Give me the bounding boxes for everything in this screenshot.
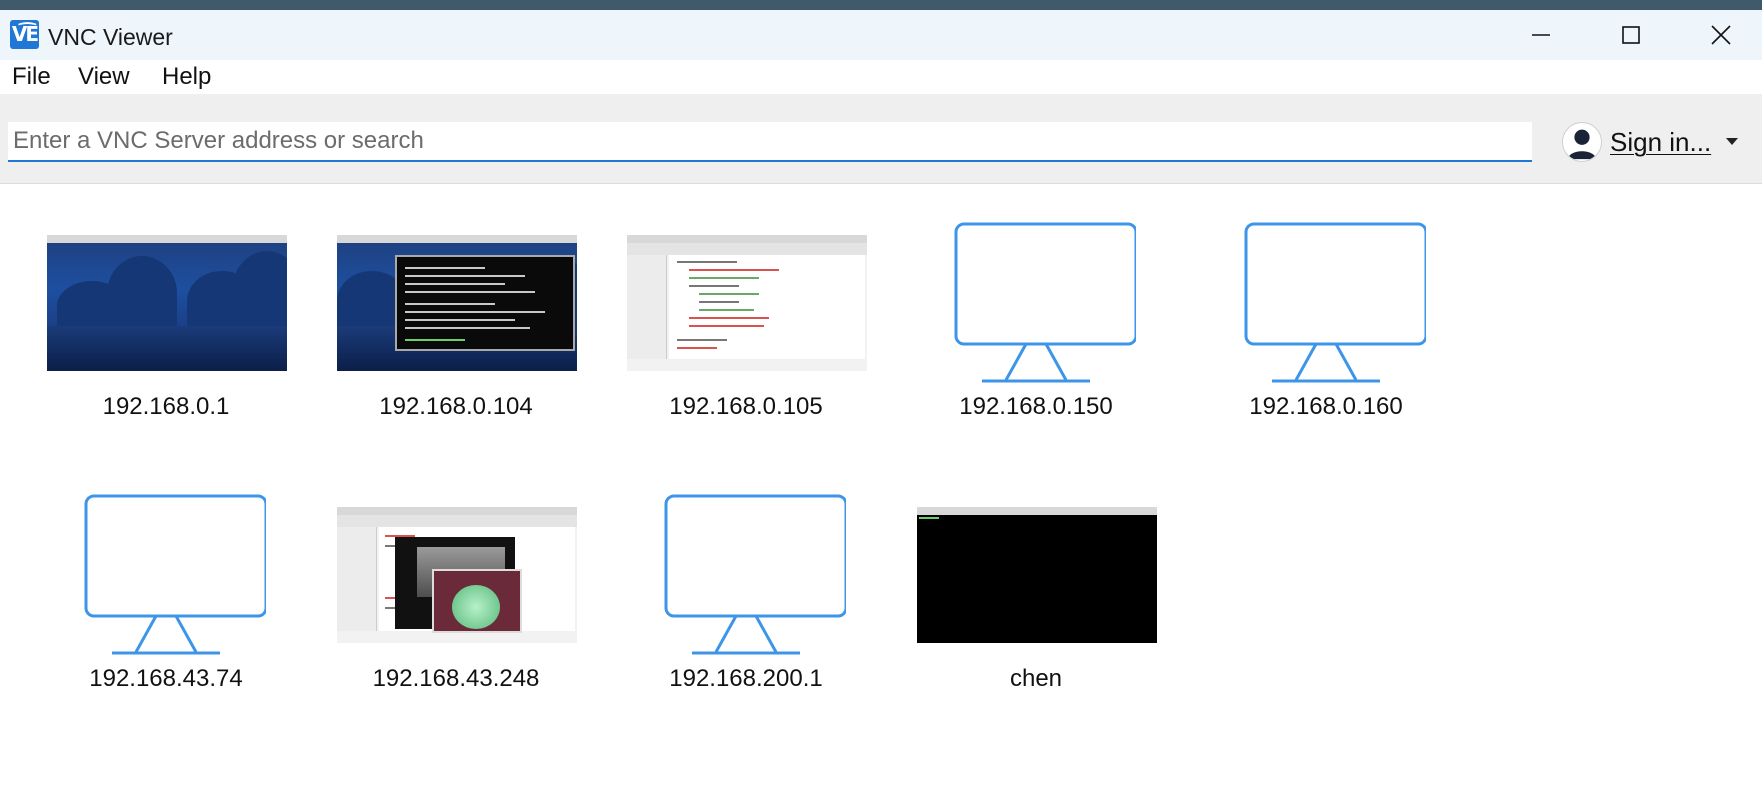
connection-tile[interactable]: 192.168.0.160 bbox=[1181, 185, 1471, 435]
connection-tile[interactable]: 192.168.200.1 bbox=[601, 457, 891, 707]
close-button[interactable] bbox=[1676, 10, 1762, 60]
search-input[interactable] bbox=[8, 122, 1532, 160]
connection-tile[interactable]: chen bbox=[891, 457, 1181, 707]
desktop-background-strip bbox=[0, 0, 1762, 10]
desktop-thumbnail bbox=[627, 235, 867, 371]
close-icon bbox=[1711, 25, 1731, 45]
minimize-button[interactable] bbox=[1496, 10, 1586, 60]
connection-tile[interactable]: 192.168.0.1 bbox=[21, 185, 311, 435]
connection-label: 192.168.0.104 bbox=[379, 393, 533, 420]
search-field bbox=[8, 122, 1532, 162]
monitor-icon bbox=[954, 222, 1136, 383]
menu-file[interactable]: File bbox=[10, 63, 53, 91]
connection-label: 192.168.0.160 bbox=[1249, 393, 1403, 420]
connection-tile[interactable]: 192.168.0.150 bbox=[891, 185, 1181, 435]
connection-tile[interactable]: 192.168.0.104 bbox=[311, 185, 601, 435]
desktop-thumbnail bbox=[917, 507, 1157, 643]
monitor-icon bbox=[664, 494, 846, 655]
sign-in-button[interactable]: Sign in... bbox=[1562, 122, 1738, 162]
title-bar: V͡E VNC Viewer bbox=[0, 10, 1762, 60]
connection-label: chen bbox=[1009, 665, 1063, 692]
connection-tile[interactable]: 192.168.0.105 bbox=[601, 185, 891, 435]
monitor-icon bbox=[84, 494, 266, 655]
connection-label: 192.168.0.1 bbox=[102, 393, 230, 420]
sign-in-label: Sign in... bbox=[1610, 126, 1712, 157]
maximize-icon bbox=[1622, 26, 1640, 44]
toolbar: Sign in... bbox=[0, 94, 1762, 184]
connection-label: 192.168.200.1 bbox=[669, 665, 823, 692]
desktop-thumbnail bbox=[47, 235, 287, 371]
connection-tile[interactable]: 192.168.43.248 bbox=[311, 457, 601, 707]
connections-grid: 192.168.0.1 192.168.0.104 192.168.0.105 … bbox=[0, 185, 1762, 804]
user-icon bbox=[1567, 129, 1597, 160]
connection-label: 192.168.43.248 bbox=[372, 665, 540, 692]
window-title: VNC Viewer bbox=[48, 24, 173, 50]
menu-view[interactable]: View bbox=[76, 63, 132, 91]
menu-bar: File View Help bbox=[0, 60, 1762, 94]
connection-label: 192.168.0.105 bbox=[669, 393, 823, 420]
desktop-thumbnail bbox=[337, 235, 577, 371]
avatar bbox=[1562, 122, 1602, 162]
chevron-down-icon[interactable] bbox=[1724, 134, 1740, 150]
minimize-icon bbox=[1532, 34, 1550, 36]
monitor-icon bbox=[1244, 222, 1426, 383]
vnc-logo-icon: V͡E bbox=[10, 20, 39, 49]
connection-tile[interactable]: 192.168.43.74 bbox=[21, 457, 311, 707]
connection-label: 192.168.0.150 bbox=[959, 393, 1113, 420]
menu-help[interactable]: Help bbox=[160, 63, 213, 91]
desktop-thumbnail bbox=[337, 507, 577, 643]
connection-label: 192.168.43.74 bbox=[89, 665, 243, 692]
maximize-button[interactable] bbox=[1586, 10, 1676, 60]
